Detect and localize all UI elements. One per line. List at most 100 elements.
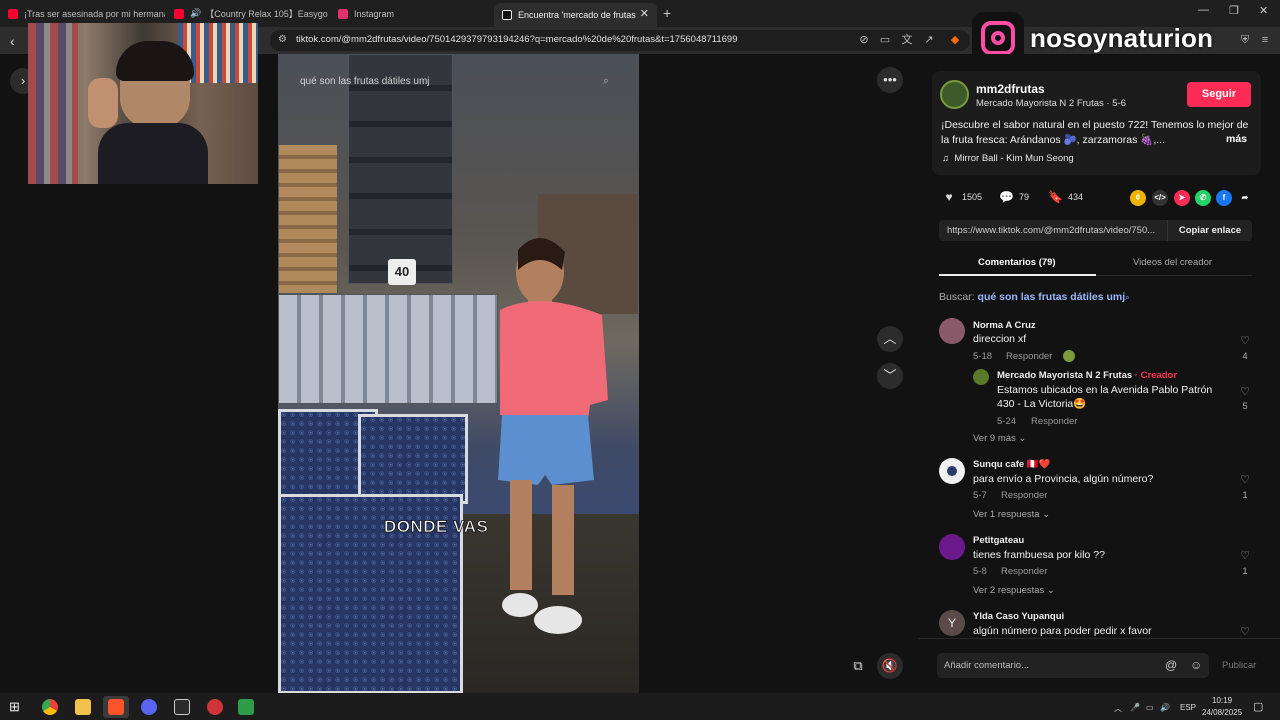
view-more-replies[interactable]: Ver 9 más ⌄ <box>973 433 1026 444</box>
reply-avatar[interactable] <box>973 369 989 385</box>
facebook-icon[interactable]: f <box>1216 190 1232 206</box>
comment-author[interactable]: Petitgateau <box>973 535 1024 546</box>
new-tab-button[interactable]: + <box>663 5 671 21</box>
whatsapp-icon[interactable]: ✆ <box>1195 190 1211 206</box>
browser-tab-3[interactable]: Instagram <box>330 3 490 24</box>
heart-outline-icon[interactable]: ♡ <box>1238 549 1252 562</box>
reply-like-count: 5 <box>1242 401 1248 412</box>
video-search-overlay[interactable]: qué son las frutas dátiles umj <box>300 76 430 87</box>
menu-icon[interactable]: ≡ <box>1258 33 1272 47</box>
obs-icon[interactable] <box>174 699 190 715</box>
heart-icon: ♥ <box>945 190 953 204</box>
reply-author-line[interactable]: Mercado Mayorista N 2 Frutas · Creador <box>997 370 1177 381</box>
comment-author[interactable]: Norma A Cruz <box>973 320 1036 331</box>
comment-author[interactable]: Sunqu cafe 🇵🇪❤️ <box>973 459 1051 470</box>
mic-icon[interactable]: 🎤 <box>1130 703 1140 712</box>
comment-avatar[interactable] <box>939 318 965 344</box>
emoji-icon[interactable]: ☺ <box>1190 658 1202 672</box>
brave-icon[interactable] <box>108 699 124 715</box>
reply-button[interactable]: Responder <box>1001 490 1047 501</box>
reply-button[interactable]: Responder <box>1001 566 1047 577</box>
post-comment-button[interactable]: Publicar <box>1222 660 1256 671</box>
like-stat[interactable]: ♥ 1505 <box>942 190 982 204</box>
heart-outline-icon[interactable]: ♡ <box>1238 473 1252 486</box>
coin-icon[interactable]: ¢ <box>1130 190 1146 206</box>
tab-comments[interactable]: Comentarios (79) <box>978 257 1056 268</box>
language-indicator[interactable]: ESP <box>1180 703 1196 712</box>
back-icon[interactable]: ‹ <box>10 33 15 49</box>
tray-chevron-icon[interactable]: ︿ <box>1114 703 1122 714</box>
mention-icon[interactable]: @ <box>1165 658 1177 672</box>
restore-icon[interactable]: ❐ <box>1229 4 1239 17</box>
vpn-icon[interactable]: ⛨ <box>1238 33 1252 47</box>
cast-icon[interactable]: ▭ <box>878 33 892 47</box>
app-icon[interactable] <box>238 699 254 715</box>
translate-icon[interactable]: 文 <box>900 33 914 47</box>
berry-packages <box>278 294 498 404</box>
file-explorer-icon[interactable] <box>75 699 91 715</box>
app-icon[interactable] <box>207 699 223 715</box>
site-settings-icon[interactable]: ⚙ <box>278 34 287 45</box>
search-icon[interactable]: ⌕ <box>603 75 609 88</box>
send-icon[interactable]: ➤ <box>1174 190 1190 206</box>
creator-badge: · Creador <box>1134 370 1178 381</box>
embed-icon[interactable]: </> <box>1152 190 1168 206</box>
tab-label: Encuentra 'mercado de frutas' en <box>518 10 636 20</box>
bookmark-icon: 🔖 <box>1048 190 1063 204</box>
heart-outline-icon[interactable]: ♡ <box>1238 334 1252 347</box>
comment-like-count: 1 <box>1242 566 1248 577</box>
author-name[interactable]: mm2dfrutas <box>976 82 1045 96</box>
chrome-icon[interactable] <box>42 699 58 715</box>
volume-icon[interactable]: 🔊 <box>1160 703 1170 712</box>
close-tab-icon[interactable]: ✕ <box>640 7 649 20</box>
next-video-icon[interactable]: ﹀ <box>877 363 903 389</box>
follow-button[interactable]: Seguir <box>1187 82 1251 107</box>
music-line[interactable]: ♫ Mirror Ball - Kim Mun Seong <box>942 153 1074 164</box>
no-video-icon[interactable]: ⊘ <box>857 33 871 47</box>
discord-icon[interactable] <box>141 699 157 715</box>
notification-icon[interactable]: ▢ <box>1253 700 1263 713</box>
search-query-link[interactable]: qué son las frutas dátiles umj <box>978 291 1126 303</box>
view-replies[interactable]: Ver 2 respuestas ⌄ <box>973 585 1055 596</box>
browser-tab-2[interactable]: 🔊 【Country Relax 105】Easygoing G <box>166 3 328 24</box>
windows-start-icon[interactable]: ⊞ <box>9 699 20 715</box>
picture-in-picture-icon[interactable]: ⧉ <box>845 653 871 679</box>
clock-time[interactable]: 10:19 <box>1212 696 1232 705</box>
view-replies[interactable]: Ver 1 respuesta ⌄ <box>973 509 1050 520</box>
search-suggestion[interactable]: Buscar: qué son las frutas dátiles umj⌕ <box>939 291 1130 303</box>
streamer-hand <box>88 78 118 128</box>
tiktok-icon <box>502 10 512 20</box>
comment-avatar[interactable] <box>939 458 965 484</box>
heart-outline-icon[interactable]: ♡ <box>1238 625 1252 638</box>
browser-tab-1[interactable]: ¡Tras ser asesinada por mi hermana y <box>0 3 165 24</box>
chevron-down-icon: ⌄ <box>1018 433 1027 444</box>
save-stat[interactable]: 🔖 434 <box>1048 190 1083 204</box>
brave-shield-icon[interactable]: ◆ <box>948 33 962 47</box>
comment-stat[interactable]: 💬 79 <box>999 190 1029 204</box>
save-count: 434 <box>1068 192 1084 202</box>
more-link[interactable]: más <box>1226 133 1247 145</box>
speaker-icon: 🔊 <box>190 8 202 18</box>
reply-button[interactable]: Responder <box>1006 351 1052 362</box>
video-link-text[interactable]: https://www.tiktok.com/@mm2dfrutas/video… <box>947 225 1155 236</box>
network-icon[interactable]: ▭ <box>1146 703 1154 712</box>
comment-author[interactable]: Ylda Caso Yupanqui <box>973 611 1064 622</box>
share-icon[interactable]: ↗ <box>922 33 936 47</box>
copy-link-button[interactable]: Copiar enlace <box>1167 220 1252 241</box>
author-avatar[interactable] <box>940 80 969 109</box>
tab-label: 【Country Relax 105】Easygoing G <box>205 9 328 19</box>
comment-avatar[interactable] <box>939 534 965 560</box>
tab-label: ¡Tras ser asesinada por mi hermana y <box>24 8 165 19</box>
browser-tab-4-active[interactable]: Encuentra 'mercado de frutas' en ✕ <box>494 3 657 27</box>
comment-text: direccion xf <box>973 333 1027 345</box>
mute-icon[interactable]: 🔇 <box>877 653 903 679</box>
tab-creator-videos[interactable]: Videos del creador <box>1133 257 1212 268</box>
close-window-icon[interactable]: ✕ <box>1259 4 1268 17</box>
previous-video-icon[interactable]: ︿ <box>877 326 903 352</box>
comment-avatar[interactable]: Y <box>939 610 965 636</box>
more-options-icon[interactable]: ••• <box>877 67 903 93</box>
more-share-icon[interactable]: ➦ <box>1237 190 1253 206</box>
clock-date[interactable]: 24/08/2025 <box>1202 708 1242 717</box>
reply-button[interactable]: Responder <box>1031 416 1077 427</box>
heart-outline-icon[interactable]: ♡ <box>1238 385 1252 398</box>
